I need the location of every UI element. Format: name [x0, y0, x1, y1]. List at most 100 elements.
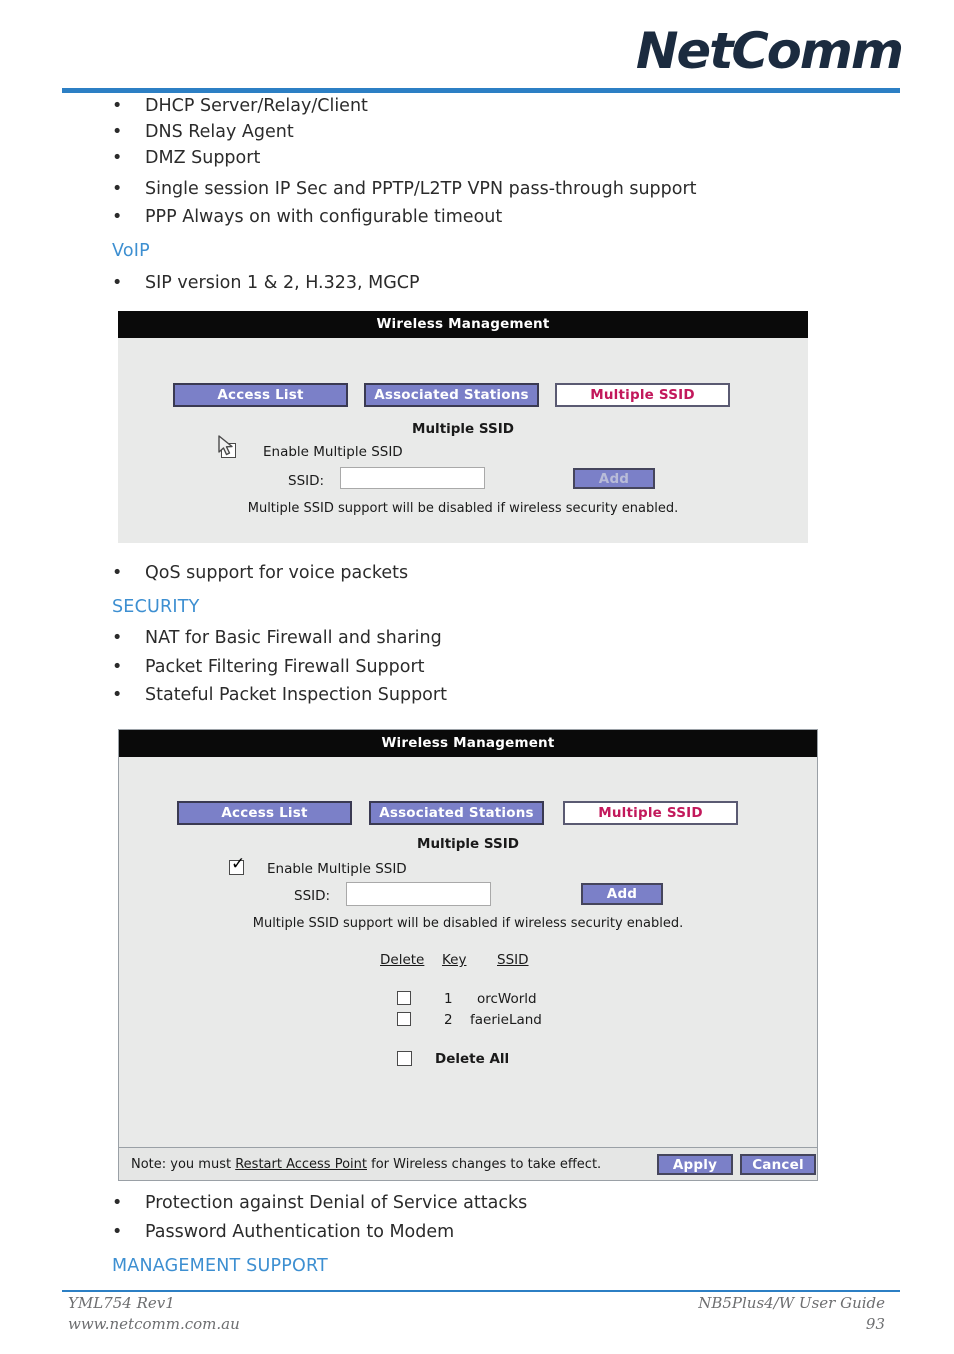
restart-note-prefix: Note: you must [131, 1157, 236, 1172]
list-item: • Protection against Denial of Service at… [112, 1193, 527, 1213]
footer-doc-code: YML754 Rev1 [68, 1294, 175, 1312]
bullet-icon: • [112, 628, 123, 648]
list-item: • DNS Relay Agent [112, 122, 294, 142]
panel-footer-bar: Note: you must Restart Access Point for … [119, 1147, 817, 1180]
row-key: 2 [444, 1012, 453, 1028]
wireless-management-panel-1: Wireless Management Access List Associat… [118, 311, 808, 543]
cancel-button-label: Cancel [752, 1156, 804, 1173]
footer-guide-title: NB5Plus4/W User Guide [698, 1294, 885, 1312]
list-item: • QoS support for voice packets [112, 563, 408, 583]
list-item: • Stateful Packet Inspection Support [112, 685, 447, 705]
section-heading-security: SECURITY [112, 597, 200, 617]
column-header-ssid: SSID [497, 952, 529, 968]
tab-associated-stations[interactable]: Associated Stations [364, 383, 539, 407]
footer-page-number: 93 [865, 1315, 885, 1333]
list-item-label: DNS Relay Agent [145, 122, 294, 142]
tab-associated-stations[interactable]: Associated Stations [369, 801, 544, 825]
restart-note: Note: you must Restart Access Point for … [131, 1157, 601, 1172]
tab-label: Access List [217, 387, 304, 403]
list-item: • Single session IP Sec and PPTP/L2TP VPN… [112, 179, 697, 199]
enable-multiple-ssid-label: Enable Multiple SSID [267, 861, 407, 877]
list-item: • DMZ Support [112, 148, 260, 168]
row-key: 1 [444, 991, 453, 1007]
tab-multiple-ssid[interactable]: Multiple SSID [563, 801, 738, 825]
list-item: • DHCP Server/Relay/Client [112, 96, 368, 116]
add-button-label: Add [606, 886, 638, 902]
delete-all-label: Delete All [435, 1051, 510, 1067]
list-item-label: Stateful Packet Inspection Support [145, 685, 447, 705]
tab-access-list[interactable]: Access List [177, 801, 352, 825]
bullet-icon: • [112, 685, 123, 705]
list-item-label: QoS support for voice packets [145, 563, 409, 583]
enable-multiple-ssid-label: Enable Multiple SSID [263, 444, 403, 460]
checkmark-icon: ✓ [231, 854, 246, 874]
logo-wordmark: NetComm [635, 22, 904, 80]
tab-label: Associated Stations [379, 805, 534, 821]
bullet-icon: • [112, 1222, 123, 1242]
ssid-field-label: SSID: [294, 888, 331, 904]
ssid-field-label: SSID: [288, 473, 325, 489]
mouse-cursor-icon [218, 435, 233, 456]
trademark-symbol: ™ [890, 42, 902, 56]
section-heading: Multiple SSID [417, 836, 519, 852]
tab-access-list[interactable]: Access List [173, 383, 348, 407]
list-item: • NAT for Basic Firewall and sharing [112, 628, 442, 648]
list-item-label: DMZ Support [145, 148, 261, 168]
bullet-icon: • [112, 657, 123, 677]
bullet-icon: • [112, 1193, 123, 1213]
section-heading-management: MANAGEMENT SUPPORT [112, 1256, 328, 1276]
add-ssid-button[interactable]: Add [581, 883, 663, 905]
bullet-icon: • [112, 122, 123, 142]
bullet-icon: • [112, 563, 123, 583]
restart-access-point-link[interactable]: Restart Access Point [235, 1157, 367, 1172]
list-item: • PPP Always on with configurable timeout [112, 207, 502, 227]
row-delete-checkbox[interactable] [397, 1012, 411, 1026]
add-ssid-button[interactable]: Add [573, 468, 655, 489]
restart-note-suffix: for Wireless changes to take effect. [367, 1157, 602, 1172]
bullet-icon: • [112, 179, 123, 199]
list-item: • SIP version 1 & 2, H.323, MGCP [112, 273, 420, 293]
footer-rule [62, 1290, 900, 1292]
column-header-key: Key [442, 952, 467, 968]
header-rule [62, 88, 900, 93]
tab-label: Access List [221, 805, 308, 821]
bullet-icon: • [112, 273, 123, 293]
tab-multiple-ssid[interactable]: Multiple SSID [555, 383, 730, 407]
row-ssid: orcWorld [477, 991, 537, 1007]
list-item-label: PPP Always on with configurable timeout [145, 207, 503, 227]
add-button-label: Add [598, 470, 630, 487]
column-header-delete: Delete [380, 952, 425, 968]
list-item-label: Packet Filtering Firewall Support [145, 657, 425, 677]
row-ssid: faerieLand [470, 1012, 542, 1028]
multiple-ssid-note: Multiple SSID support will be disabled i… [247, 501, 679, 516]
tab-label: Multiple SSID [598, 805, 703, 821]
bullet-icon: • [112, 148, 123, 168]
tab-label: Associated Stations [374, 387, 529, 403]
bullet-icon: • [112, 207, 123, 227]
footer-website: www.netcomm.com.au [68, 1315, 240, 1333]
apply-button-label: Apply [672, 1156, 718, 1173]
list-item-label: Password Authentication to Modem [145, 1222, 455, 1242]
list-item-label: DHCP Server/Relay/Client [145, 96, 368, 116]
tab-label: Multiple SSID [590, 387, 695, 403]
list-item-label: Single session IP Sec and PPTP/L2TP VPN … [145, 179, 697, 199]
ssid-input[interactable] [340, 467, 485, 489]
delete-all-checkbox[interactable] [397, 1051, 412, 1066]
section-heading-voip: VoIP [112, 241, 150, 261]
list-item-label: SIP version 1 & 2, H.323, MGCP [145, 273, 420, 293]
row-delete-checkbox[interactable] [397, 991, 411, 1005]
list-item-label: Protection against Denial of Service att… [145, 1193, 528, 1213]
apply-button[interactable]: Apply [657, 1154, 733, 1175]
list-item-label: NAT for Basic Firewall and sharing [145, 628, 442, 648]
ssid-input[interactable] [346, 882, 491, 906]
list-item: • Password Authentication to Modem [112, 1222, 454, 1242]
cancel-button[interactable]: Cancel [740, 1154, 816, 1175]
netcomm-logo: NetComm ™ [602, 22, 904, 80]
panel-title-bar: Wireless Management [119, 730, 817, 757]
bullet-icon: • [112, 96, 123, 116]
list-item: • Packet Filtering Firewall Support [112, 657, 425, 677]
enable-multiple-ssid-checkbox[interactable]: ✓ [229, 856, 245, 875]
multiple-ssid-note: Multiple SSID support will be disabled i… [252, 916, 684, 931]
panel-title-bar: Wireless Management [118, 311, 808, 338]
wireless-management-panel-2: Wireless Management Access List Associat… [118, 729, 818, 1181]
